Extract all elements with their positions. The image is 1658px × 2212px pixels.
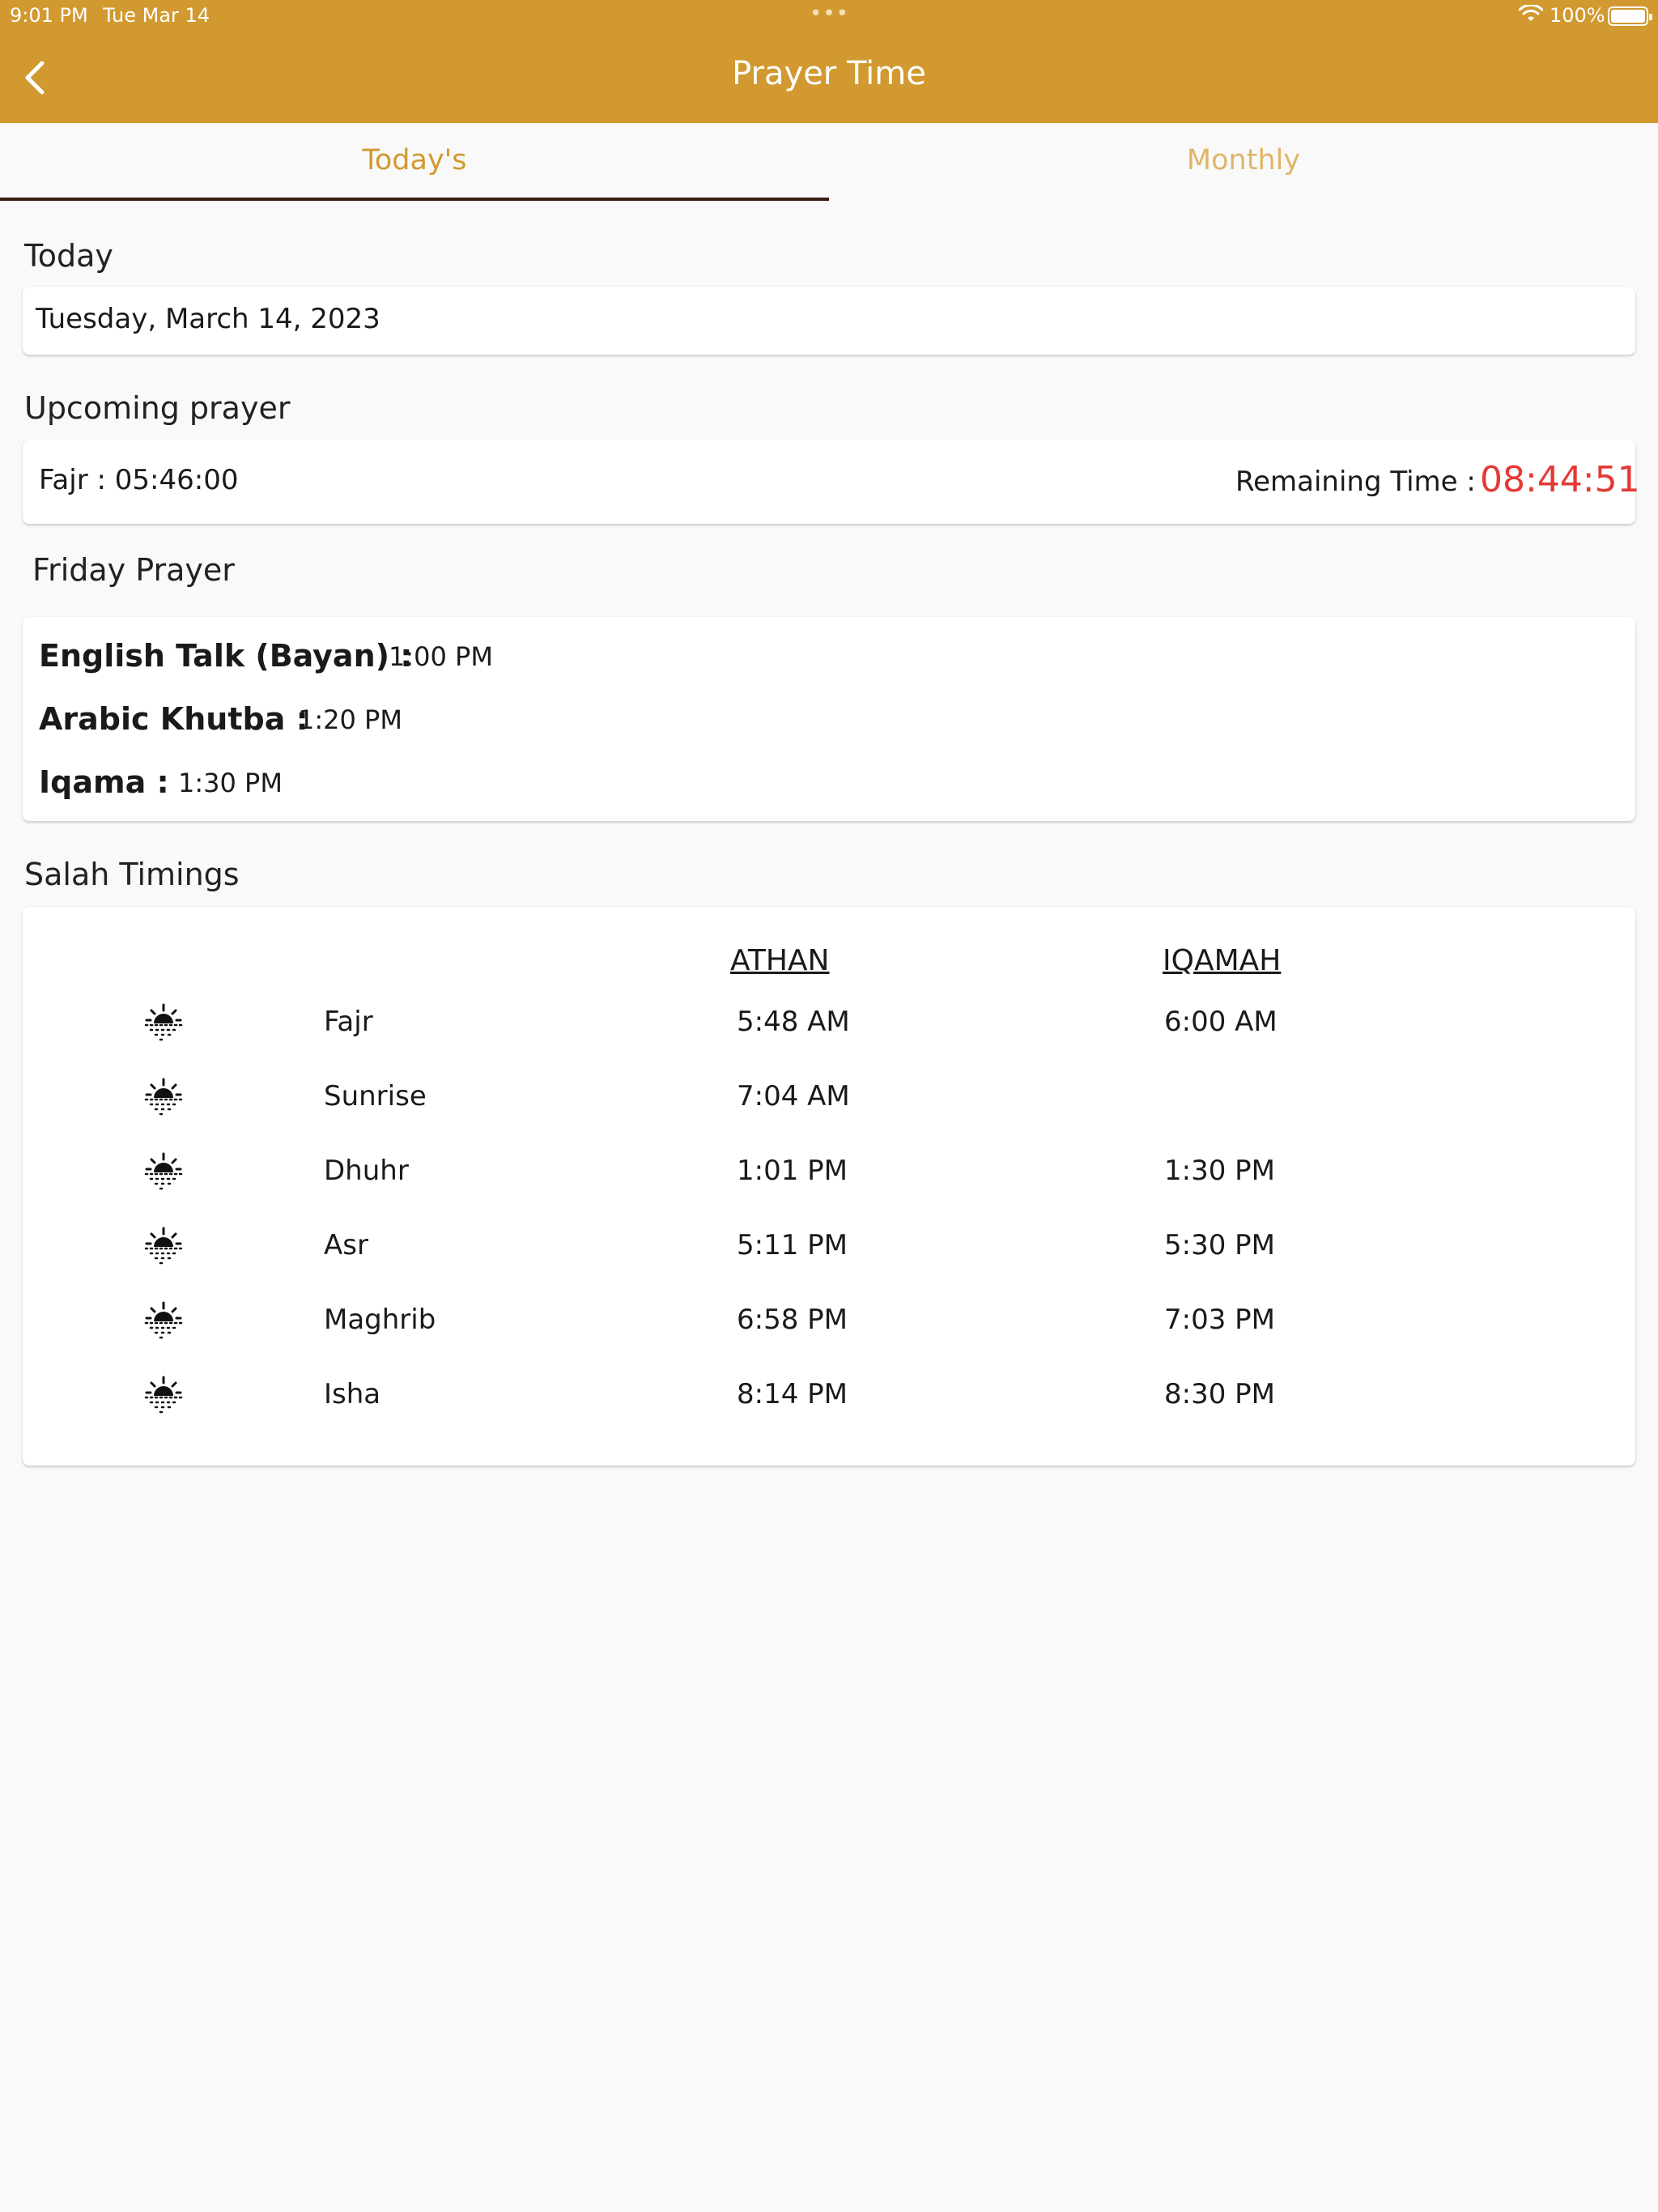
friday-prayer-label: Friday Prayer [32,552,235,588]
friday-item-time: 1:20 PM [298,704,402,735]
prayer-name: Maghrib [324,1304,436,1336]
salah-timings-card: ATHAN IQAMAH Fajr 5:48 AM 6:00 AM Sunris… [23,907,1635,1465]
battery-percent: 100% [1550,4,1605,27]
tab-todays[interactable]: Today's [0,144,829,177]
athan-time: 6:58 PM [737,1304,848,1336]
today-date: Tuesday, March 14, 2023 [36,303,380,335]
sun-icon [144,1077,183,1116]
multitasking-dots[interactable]: ••• [810,2,849,26]
sun-icon [144,1226,183,1265]
friday-item-name: English Talk (Bayan) : [39,638,413,674]
active-tab-indicator [0,198,829,201]
sun-icon [144,1375,183,1414]
athan-time: 7:04 AM [737,1080,850,1112]
upcoming-prayer-time: Fajr : 05:46:00 [39,464,239,496]
iqamah-time: 7:03 PM [1164,1304,1275,1336]
athan-column-header: ATHAN [730,944,830,977]
prayer-name: Fajr [324,1006,373,1038]
sun-icon [144,1151,183,1190]
friday-item-name: Iqama : [39,764,169,800]
status-date: Tue Mar 14 [103,4,210,27]
athan-time: 1:01 PM [737,1155,848,1187]
friday-item-name: Arabic Khutba : [39,701,308,737]
salah-timings-label: Salah Timings [24,857,240,892]
athan-time: 5:48 AM [737,1006,850,1038]
status-time: 9:01 PM [10,4,88,27]
athan-time: 8:14 PM [737,1378,848,1410]
prayer-name: Asr [324,1229,368,1261]
sun-icon [144,1002,183,1041]
wifi-icon [1519,5,1543,21]
athan-time: 5:11 PM [737,1229,848,1261]
prayer-name: Dhuhr [324,1155,409,1187]
iqamah-time: 6:00 AM [1164,1006,1278,1038]
page-title: Prayer Time [732,55,926,92]
remaining-time-label: Remaining Time : [1235,466,1476,498]
remaining-time-countdown: 08:44:51 [1480,459,1640,500]
prayer-name: Sunrise [324,1080,427,1112]
tab-bar: Today's Monthly [0,123,1658,201]
tab-monthly[interactable]: Monthly [829,144,1658,177]
today-label: Today [24,238,113,274]
today-date-card: Tuesday, March 14, 2023 [23,287,1635,355]
upcoming-prayer-card: Fajr : 05:46:00 Remaining Time : 08:44:5… [23,440,1640,524]
app-header: 9:01 PM Tue Mar 14 ••• 100% Prayer Time [0,0,1658,123]
sun-icon [144,1300,183,1339]
iqamah-time: 5:30 PM [1164,1229,1275,1261]
battery-icon [1608,6,1652,26]
iqamah-time: 1:30 PM [1164,1155,1275,1187]
status-bar: 9:01 PM Tue Mar 14 ••• 100% [0,0,1658,32]
friday-prayer-card: English Talk (Bayan) : 1:00 PM Arabic Kh… [23,617,1635,821]
prayer-name: Isha [324,1378,381,1410]
iqamah-time: 8:30 PM [1164,1378,1275,1410]
friday-item-time: 1:30 PM [178,768,283,798]
iqamah-column-header: IQAMAH [1163,944,1282,977]
friday-item-time: 1:00 PM [389,641,493,672]
upcoming-prayer-label: Upcoming prayer [24,390,291,426]
